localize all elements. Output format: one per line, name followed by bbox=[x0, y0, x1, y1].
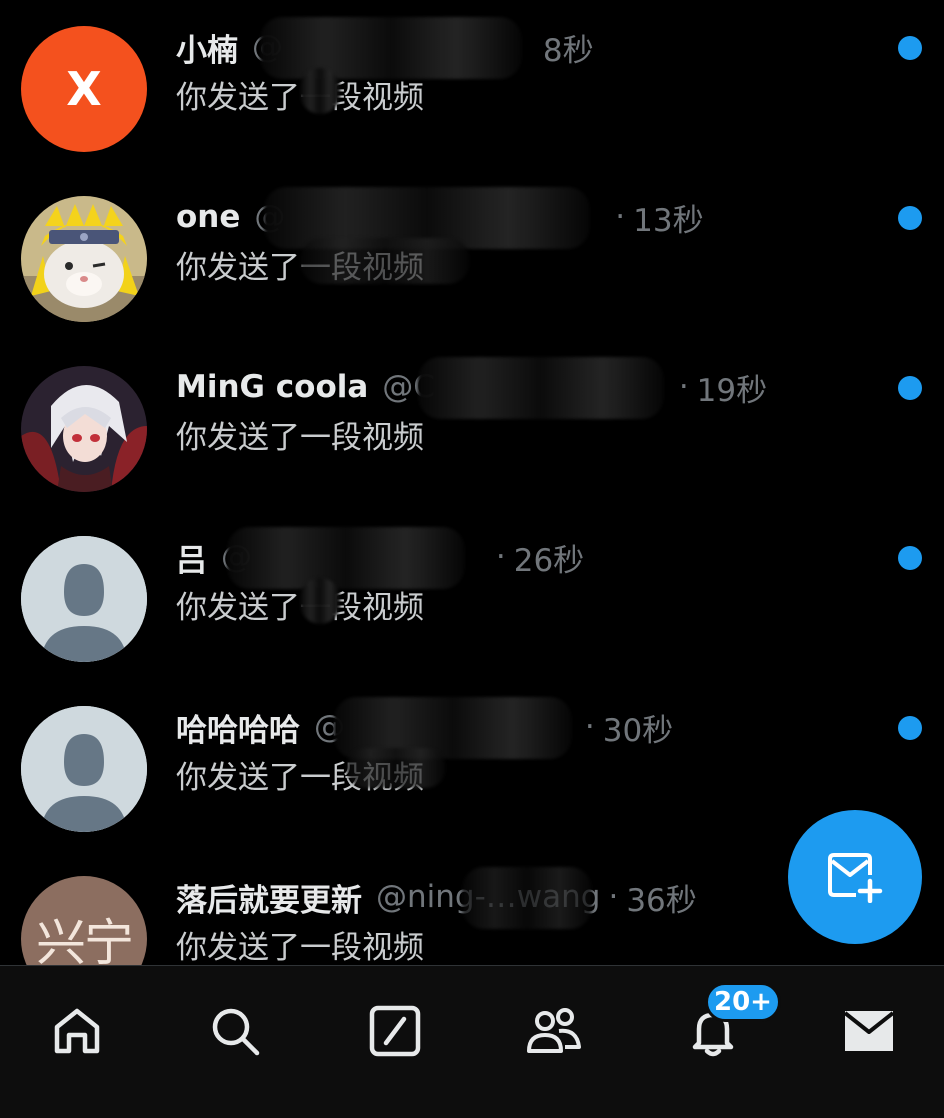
tab-search[interactable] bbox=[200, 996, 270, 1066]
communities-icon bbox=[527, 1008, 581, 1053]
sender-handle: @ bbox=[314, 697, 577, 759]
separator: · bbox=[584, 709, 595, 745]
sender-handle: @ bbox=[254, 187, 607, 249]
message-preview: 你发送了一段视频 bbox=[176, 578, 424, 626]
tab-grok[interactable] bbox=[360, 996, 430, 1066]
message-header: one @ · 13秒 bbox=[176, 187, 704, 249]
anime-avatar-icon bbox=[21, 366, 147, 492]
avatar[interactable] bbox=[21, 366, 147, 492]
tab-home[interactable] bbox=[42, 996, 112, 1066]
default-avatar-icon bbox=[21, 536, 147, 662]
avatar[interactable] bbox=[21, 706, 147, 832]
sender-handle: @C bbox=[382, 357, 671, 419]
message-preview: 你发送了一段视频 bbox=[176, 922, 424, 966]
message-header: MinG coola @C · 19秒 bbox=[176, 357, 768, 419]
message-row[interactable]: 吕 @ · 26秒 你发送了一段视频 bbox=[0, 510, 944, 680]
sender-name: 哈哈哈哈 bbox=[176, 712, 300, 749]
avatar[interactable]: X bbox=[21, 26, 147, 152]
sender-name: MinG coola bbox=[176, 369, 369, 405]
message-preview: 你发送了一段视频 bbox=[176, 412, 424, 456]
avatar[interactable] bbox=[21, 536, 147, 662]
unread-dot bbox=[898, 376, 922, 400]
message-header: 吕 @ · 26秒 bbox=[176, 527, 585, 589]
unread-dot bbox=[898, 716, 922, 740]
timestamp: 36秒 bbox=[626, 882, 697, 919]
message-preview: 你发送了一段视频 bbox=[176, 238, 470, 286]
sender-name: 吕 bbox=[176, 542, 207, 579]
separator: · bbox=[495, 539, 506, 575]
redaction-scribble bbox=[462, 867, 592, 929]
sender-name: 小楠 bbox=[176, 32, 238, 69]
sender-handle: @ning-…wang bbox=[376, 867, 600, 929]
avatar[interactable]: 兴宁 bbox=[21, 876, 147, 965]
tab-messages[interactable] bbox=[834, 996, 904, 1066]
redaction-scribble bbox=[300, 578, 340, 624]
separator: · bbox=[678, 369, 689, 405]
notification-badge: 20+ bbox=[705, 982, 781, 1022]
sender-name: one bbox=[176, 199, 241, 235]
bottom-tab-bar bbox=[0, 965, 944, 1118]
message-preview: 你发送了一段视频 bbox=[176, 748, 446, 796]
message-header: 落后就要更新 @ning-…wang · 36秒 bbox=[176, 867, 697, 929]
separator: · bbox=[615, 199, 626, 235]
cat-avatar-icon bbox=[21, 196, 147, 322]
avatar-letter: X bbox=[66, 62, 102, 116]
messages-icon bbox=[843, 1011, 895, 1051]
timestamp: 26秒 bbox=[513, 542, 585, 579]
redaction-scribble bbox=[418, 357, 665, 419]
new-message-icon bbox=[828, 853, 883, 903]
avatar[interactable] bbox=[21, 196, 147, 322]
message-list: X 小楠 @ 8秒 你发送了一段视频 bbox=[0, 0, 944, 965]
message-preview: 你发送了一段视频 bbox=[176, 68, 424, 116]
message-header: 小楠 @ 8秒 bbox=[176, 17, 594, 79]
sender-handle: @ bbox=[221, 527, 488, 589]
home-icon bbox=[54, 1008, 100, 1054]
message-row[interactable]: one @ · 13秒 你发送了一段视频 bbox=[0, 170, 944, 340]
unread-dot bbox=[898, 206, 922, 230]
redaction-scribble bbox=[300, 68, 340, 114]
timestamp: 13秒 bbox=[633, 202, 704, 239]
timestamp: 30秒 bbox=[602, 712, 674, 749]
unread-dot bbox=[898, 546, 922, 570]
tab-communities[interactable] bbox=[518, 996, 588, 1066]
default-avatar-icon bbox=[21, 706, 147, 832]
redaction-scribble bbox=[300, 238, 470, 284]
new-message-button[interactable] bbox=[788, 810, 922, 944]
preview-text: 你发送了一段视频 bbox=[176, 419, 424, 456]
timestamp: 19秒 bbox=[696, 372, 768, 409]
separator: · bbox=[608, 879, 619, 915]
sender-handle: @ bbox=[252, 17, 543, 79]
avatar-text: 兴宁 bbox=[36, 914, 134, 965]
redaction-scribble bbox=[346, 748, 446, 788]
message-header: 哈哈哈哈 @ · 30秒 bbox=[176, 697, 674, 759]
preview-text: 你发送了一段视频 bbox=[176, 929, 424, 966]
grok-icon bbox=[369, 1005, 421, 1057]
search-icon bbox=[212, 1008, 260, 1056]
redaction-scribble bbox=[260, 17, 522, 79]
unread-dot bbox=[898, 36, 922, 60]
message-row[interactable]: 哈哈哈哈 @ · 30秒 你发送了一段视频 bbox=[0, 680, 944, 850]
sender-name: 落后就要更新 bbox=[176, 882, 362, 919]
timestamp: 8秒 bbox=[542, 32, 594, 69]
message-row[interactable]: X 小楠 @ 8秒 你发送了一段视频 bbox=[0, 0, 944, 170]
message-row[interactable]: MinG coola @C · 19秒 你发送了一段视频 bbox=[0, 340, 944, 510]
redaction-scribble bbox=[227, 527, 465, 589]
